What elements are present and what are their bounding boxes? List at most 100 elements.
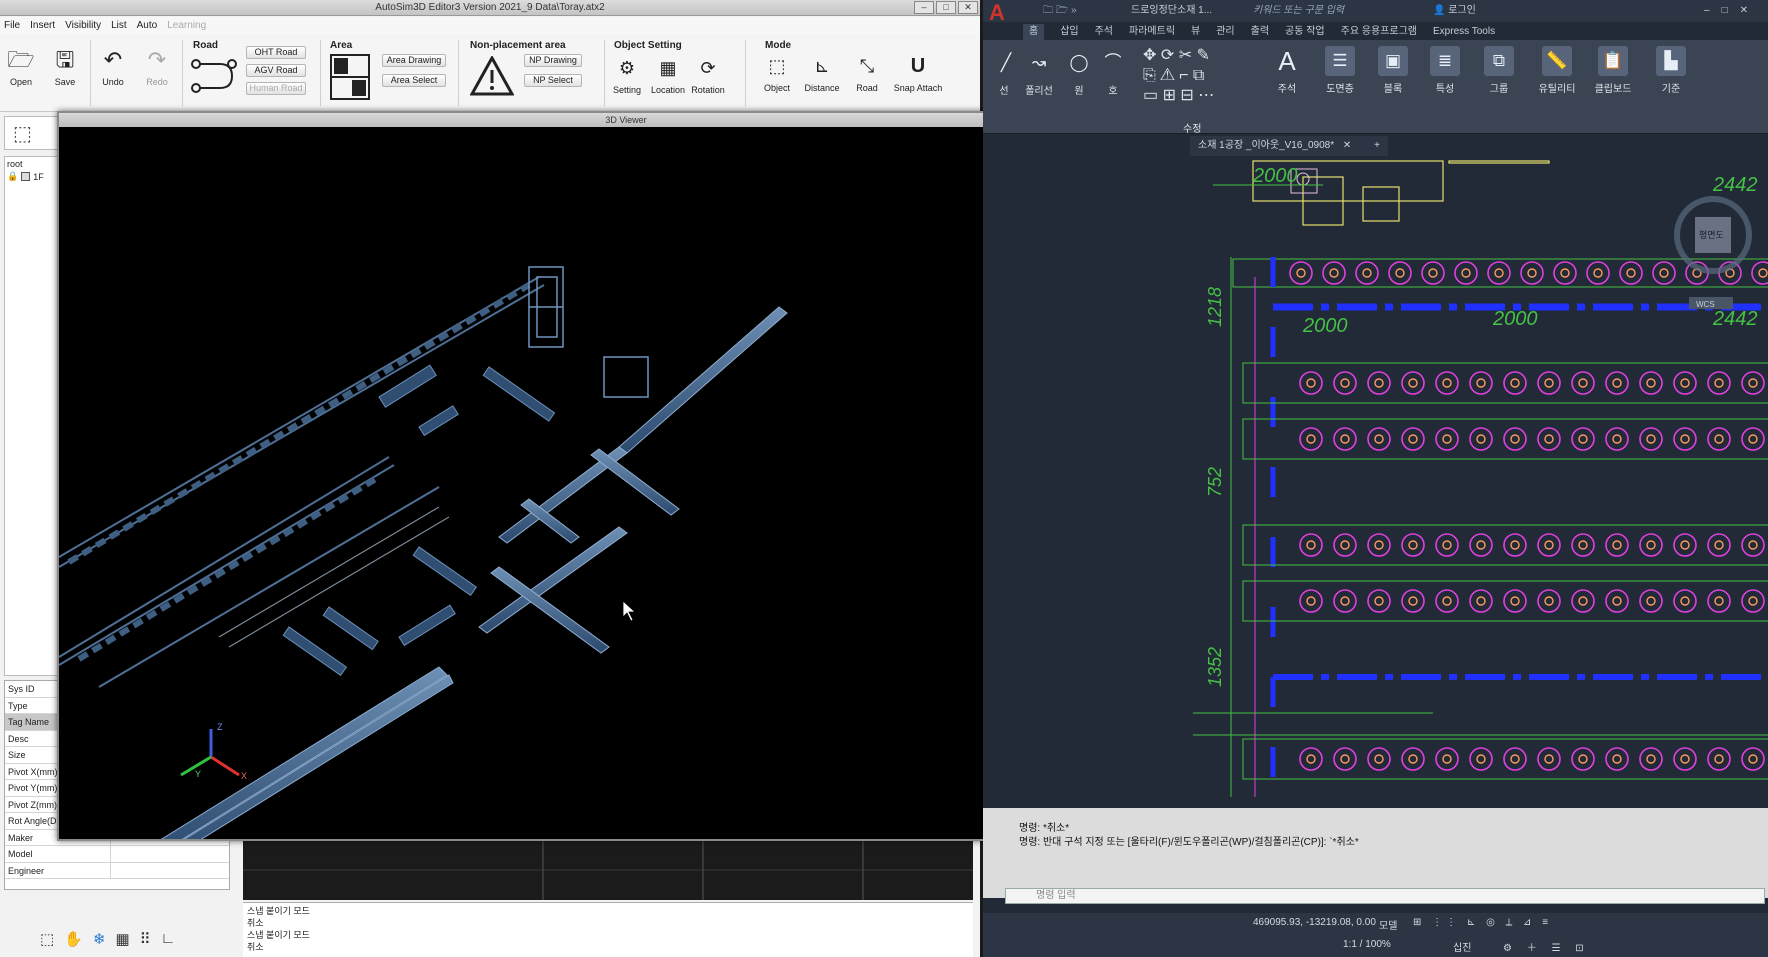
modify-tools[interactable]: ✥ ⟳ ✂ ✎ ⎘ ⚠ ⌐ ⧉ ▭ ⊞ ⊟ ⋯ bbox=[1143, 46, 1255, 106]
text-tool[interactable]: A 주석 bbox=[1267, 46, 1307, 95]
tree-floor-item[interactable]: 🔒 1F bbox=[5, 171, 57, 182]
block-tool[interactable]: ▣ 블록 bbox=[1371, 46, 1415, 95]
model-space-toggle[interactable]: 모델 bbox=[1379, 917, 1397, 932]
minimize-button[interactable]: – bbox=[914, 1, 934, 14]
arc-icon: ⌒ bbox=[1104, 53, 1122, 72]
dim-label: 752 bbox=[1205, 467, 1225, 497]
tab-featured-apps[interactable]: 주요 응용프로그램 bbox=[1341, 24, 1417, 40]
tab-home[interactable]: 홈 bbox=[1023, 24, 1045, 40]
quick-access-icons[interactable]: 🗀 🗁 » bbox=[1043, 0, 1077, 22]
utilities-tool[interactable]: 📏 유틸리티 bbox=[1531, 46, 1583, 95]
units-select[interactable]: 십진 bbox=[1453, 939, 1471, 954]
oht-road-button[interactable]: OHT Road bbox=[246, 46, 306, 59]
viewcube-label[interactable]: 평면도 bbox=[1699, 230, 1724, 240]
base-tool[interactable]: ▙ 기준 bbox=[1649, 46, 1693, 95]
human-road-button[interactable]: Human Road bbox=[246, 82, 306, 95]
cad-search-box[interactable]: 키워드 또는 구문 입력 bbox=[1253, 0, 1344, 22]
tab-view[interactable]: 뷰 bbox=[1191, 24, 1200, 40]
drafting-toggles[interactable]: ⊞ ⋮⋮ ⊾ ◎ ⟂ ⊿ ≡ bbox=[1413, 917, 1552, 928]
location-button[interactable]: ▦ Location bbox=[648, 54, 688, 95]
tab-collaborate[interactable]: 공동 작업 bbox=[1285, 24, 1325, 40]
settings-gear-icon[interactable]: ⚙ ＋ ☰ ⊡ bbox=[1503, 939, 1590, 954]
menu-auto[interactable]: Auto bbox=[137, 17, 158, 35]
np-drawing-button[interactable]: NP Drawing bbox=[524, 54, 582, 67]
prop-row[interactable]: Engineer bbox=[5, 862, 229, 879]
text-a-icon: A bbox=[1278, 46, 1296, 76]
road-mode-button[interactable]: ⤡ Road bbox=[850, 52, 884, 93]
tree-toolbar: ⬚ bbox=[4, 116, 58, 150]
cad-drawing-area[interactable]: 2000 2442 2000 2000 2442 1218 752 6000 1… bbox=[1193, 157, 1768, 807]
area-drawing-button[interactable]: Area Drawing bbox=[382, 54, 446, 67]
tab-annotate[interactable]: 주석 bbox=[1095, 24, 1113, 40]
mouse-cursor bbox=[622, 600, 637, 622]
groups-tool[interactable]: ⧉ 그룹 bbox=[1477, 46, 1521, 95]
grid-icon[interactable]: ▦ bbox=[115, 930, 129, 948]
dot-grid-icon[interactable]: ⠿ bbox=[140, 930, 151, 948]
circle-tool[interactable]: ◯ 원 bbox=[1063, 48, 1095, 97]
window-title: AutoSim3D Editor3 Version 2021_9 Data\To… bbox=[0, 0, 980, 16]
menu-learning[interactable]: Learning bbox=[167, 17, 206, 35]
lock-icon[interactable]: 🔒 bbox=[7, 171, 18, 182]
tab-parametric[interactable]: 파라메트릭 bbox=[1129, 24, 1175, 40]
annotation-scale[interactable]: 1:1 / 100% bbox=[1343, 939, 1391, 950]
ortho-icon[interactable]: ∟ bbox=[161, 930, 176, 948]
open-button[interactable]: 🗁 Open bbox=[4, 46, 38, 87]
setting-icon: ⚙ bbox=[618, 58, 636, 78]
tab-manage[interactable]: 관리 bbox=[1216, 24, 1234, 40]
redo-icon: ↷ bbox=[147, 47, 167, 72]
setting-button[interactable]: ⚙ Setting bbox=[610, 54, 644, 95]
select-box-icon[interactable]: ⬚ bbox=[40, 930, 54, 948]
autocad-logo-icon[interactable]: A bbox=[989, 0, 1005, 26]
editor-2d-canvas[interactable] bbox=[243, 840, 973, 900]
object-tree: root 🔒 1F bbox=[4, 156, 58, 676]
redo-button[interactable]: ↷ Redo bbox=[140, 46, 174, 87]
area-select-button[interactable]: Area Select bbox=[382, 74, 446, 87]
view-toolbar: ⬚ ✋ ❄ ▦ ⠿ ∟ bbox=[40, 930, 175, 948]
select-region-icon[interactable]: ⬚ bbox=[13, 121, 32, 146]
maximize-button[interactable]: □ bbox=[936, 1, 956, 14]
modify-panel-label: 수정 bbox=[1183, 124, 1202, 135]
np-select-button[interactable]: NP Select bbox=[524, 74, 582, 87]
agv-road-button[interactable]: AGV Road bbox=[246, 64, 306, 77]
autocad-window: A 🗀 🗁 » 드로잉정단소재 1... 키워드 또는 구문 입력 👤 로그인 … bbox=[983, 0, 1768, 957]
polyline-tool[interactable]: ↝ 폴리선 bbox=[1019, 48, 1059, 97]
login-button[interactable]: 👤 로그인 bbox=[1433, 0, 1476, 22]
magnet-icon: U bbox=[910, 55, 926, 77]
menu-list[interactable]: List bbox=[111, 17, 127, 35]
clipboard-tool[interactable]: 📋 클립보드 bbox=[1587, 46, 1639, 95]
menu-visibility[interactable]: Visibility bbox=[65, 17, 101, 35]
layers-tool[interactable]: ☰ 도면층 bbox=[1317, 46, 1363, 95]
visibility-checkbox[interactable] bbox=[21, 172, 31, 181]
tab-insert[interactable]: 삽입 bbox=[1060, 24, 1078, 40]
wcs-label[interactable]: WCS bbox=[1696, 300, 1715, 309]
prop-row[interactable]: Model bbox=[5, 846, 229, 863]
close-tab-icon[interactable]: ✕ bbox=[1343, 140, 1351, 151]
viewer-title: 3D Viewer bbox=[605, 115, 647, 125]
snowflake-icon[interactable]: ❄ bbox=[93, 930, 106, 948]
tab-express-tools[interactable]: Express Tools bbox=[1433, 24, 1495, 40]
properties-tool[interactable]: ≣ 특성 bbox=[1423, 46, 1467, 95]
save-button[interactable]: 🖫 Save bbox=[48, 46, 82, 87]
axis-y-label: Y bbox=[195, 769, 201, 779]
pan-hand-icon[interactable]: ✋ bbox=[64, 930, 83, 948]
command-input[interactable]: 명령 입력 bbox=[1005, 888, 1765, 904]
object-mode-button[interactable]: ⬚ Object bbox=[758, 52, 796, 93]
console-output: 스냅 붙이기 모드 취소 스냅 붙이기 모드 취소 bbox=[243, 902, 973, 957]
line-tool[interactable]: ╱ 선 bbox=[991, 48, 1017, 97]
rotation-button[interactable]: ⟳ Rotation bbox=[688, 54, 728, 95]
distance-mode-button[interactable]: ⊾ Distance bbox=[800, 52, 844, 93]
undo-button[interactable]: ↶ Undo bbox=[96, 46, 130, 87]
cad-window-controls[interactable]: –□✕ bbox=[1704, 0, 1760, 22]
arc-tool[interactable]: ⌒ 호 bbox=[1097, 48, 1129, 97]
warning-icon bbox=[470, 56, 514, 96]
new-tab-icon[interactable]: + bbox=[1374, 140, 1380, 151]
menu-insert[interactable]: Insert bbox=[30, 17, 55, 35]
block-icon: ▣ bbox=[1378, 46, 1408, 76]
tab-output[interactable]: 출력 bbox=[1251, 24, 1269, 40]
close-button[interactable]: ✕ bbox=[958, 1, 978, 14]
snap-attach-button[interactable]: U Snap Attach bbox=[888, 52, 948, 93]
menu-file[interactable]: File bbox=[4, 17, 20, 35]
road-path-icon bbox=[191, 59, 237, 93]
tree-root[interactable]: root bbox=[5, 157, 57, 171]
cad-document-tab[interactable]: 소재 1공장 _이아웃_V16_0908* ✕ + bbox=[1190, 136, 1388, 156]
